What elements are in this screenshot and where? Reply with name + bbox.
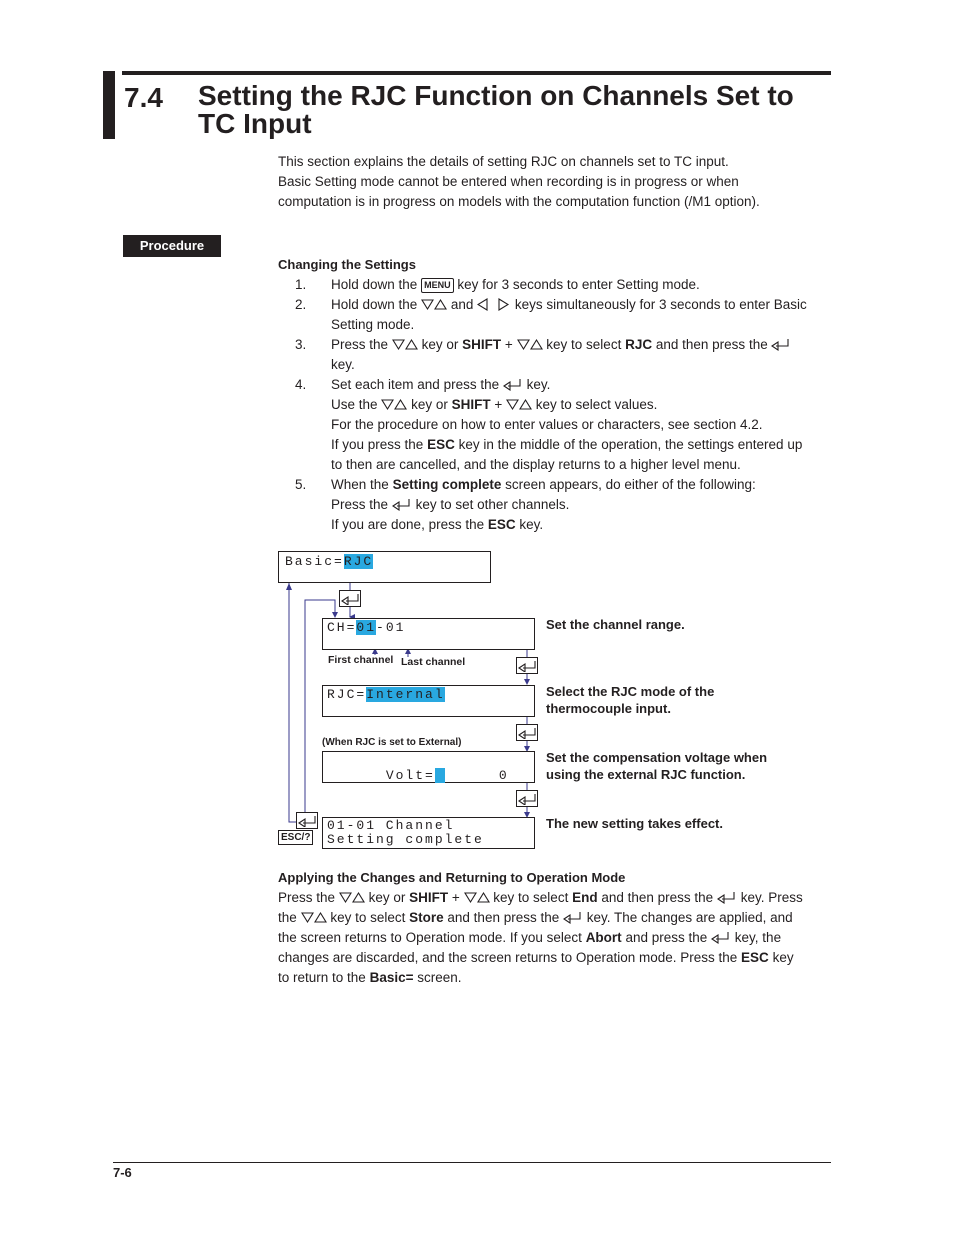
footer-rule bbox=[113, 1162, 831, 1163]
enter-key-icon bbox=[296, 812, 318, 829]
desc-line: Select the RJC mode of the bbox=[546, 684, 715, 699]
last-channel-label: Last channel bbox=[401, 656, 466, 668]
lcd-text: -01 bbox=[376, 620, 406, 635]
para-text: screen. bbox=[417, 970, 462, 985]
end-label: End bbox=[572, 890, 598, 905]
para-text: key, the bbox=[734, 930, 782, 945]
lcd-text: Basic= bbox=[285, 554, 344, 569]
lcd-text: Setting complete bbox=[327, 832, 484, 847]
down-up-arrow-keys-icon bbox=[339, 892, 365, 903]
desc-line: using the external RJC function. bbox=[546, 767, 746, 782]
lcd-highlight-value: 01 bbox=[356, 620, 377, 635]
para-text: and press the bbox=[625, 930, 708, 945]
enter-key-icon bbox=[717, 891, 735, 904]
down-up-arrow-keys-icon bbox=[463, 892, 490, 903]
lcd-complete-screen: 01-01 Channel Setting complete bbox=[322, 817, 535, 849]
lcd-text: RJC= bbox=[327, 687, 367, 702]
desc-comp-voltage: Set the compensation voltage when using … bbox=[546, 749, 767, 783]
lcd-highlight-value: RJC bbox=[343, 554, 374, 569]
applying-paragraph: Press the key or SHIFT + key to select E… bbox=[278, 888, 838, 988]
para-text: changes are discarded, and the screen re… bbox=[278, 950, 738, 965]
para-text: key or bbox=[368, 890, 406, 905]
enter-key-icon bbox=[516, 790, 538, 807]
lcd-volt-screen: Volt= 0 bbox=[322, 751, 535, 783]
desc-line: thermocouple input. bbox=[546, 701, 671, 716]
first-channel-label: First channel bbox=[328, 654, 394, 666]
lcd-text: CH= bbox=[327, 620, 357, 635]
lcd-highlight-value: Internal bbox=[366, 687, 445, 702]
para-text: key to select bbox=[330, 910, 406, 925]
para-text: Press the bbox=[278, 890, 336, 905]
para-text: key. The changes are applied, and bbox=[586, 910, 793, 925]
applying-section: Applying the Changes and Returning to Op… bbox=[278, 868, 838, 988]
para-text: key bbox=[772, 950, 794, 965]
page-number: 7-6 bbox=[113, 1165, 132, 1180]
para-text: key. Press bbox=[740, 890, 803, 905]
para-text: the bbox=[278, 910, 297, 925]
enter-key-icon bbox=[516, 724, 538, 741]
lcd-text: 0 bbox=[498, 768, 509, 783]
lcd-text: 01-01 Channel bbox=[327, 818, 455, 833]
desc-rjc-mode: Select the RJC mode of the thermocouple … bbox=[546, 683, 714, 717]
desc-channel-range: Set the channel range. bbox=[546, 617, 685, 632]
external-note: (When RJC is set to External) bbox=[322, 737, 462, 748]
basic-label: Basic= bbox=[369, 970, 414, 985]
store-label: Store bbox=[409, 910, 444, 925]
applying-heading: Applying the Changes and Returning to Op… bbox=[278, 870, 626, 885]
esc-key-label: ESC bbox=[741, 950, 769, 965]
para-text: + bbox=[451, 890, 460, 905]
lcd-rjc-screen: RJC=Internal bbox=[322, 685, 535, 717]
enter-key-icon bbox=[339, 590, 361, 607]
enter-key-icon bbox=[516, 657, 538, 674]
enter-key-icon bbox=[563, 911, 581, 924]
lcd-text: Volt= bbox=[385, 768, 435, 783]
desc-takes-effect: The new setting takes effect. bbox=[546, 816, 723, 831]
desc-line: Set the compensation voltage when bbox=[546, 750, 768, 765]
para-text: and then press the bbox=[601, 890, 714, 905]
para-text: key to select bbox=[493, 890, 569, 905]
para-text: and then press the bbox=[447, 910, 560, 925]
lcd-channel-screen: CH=01-01 bbox=[322, 618, 535, 650]
para-text: the screen returns to Operation mode. If… bbox=[278, 930, 582, 945]
enter-key-icon bbox=[711, 931, 729, 944]
lcd-basic-screen: Basic=RJC bbox=[278, 551, 491, 583]
abort-label: Abort bbox=[585, 930, 622, 945]
para-text: to return to the bbox=[278, 970, 366, 985]
down-up-arrow-keys-icon bbox=[300, 912, 327, 923]
esc-key-icon: ESC/? bbox=[278, 830, 314, 845]
shift-key-label: SHIFT bbox=[409, 890, 449, 905]
